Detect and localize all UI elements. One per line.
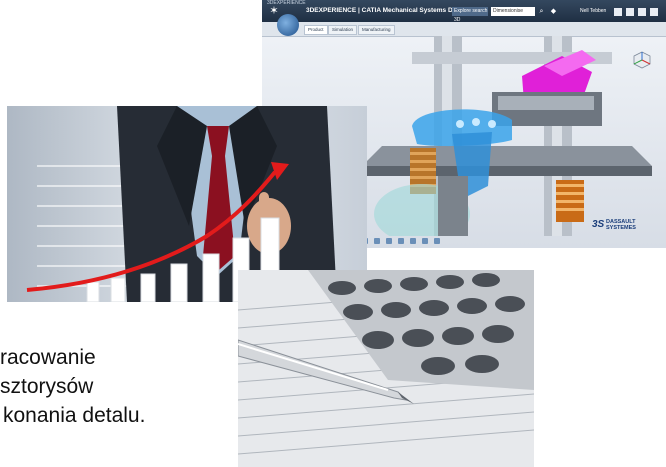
caption-line-2: sztorysów (0, 375, 94, 398)
tab-product[interactable]: Product (304, 25, 328, 35)
share-icon[interactable] (614, 8, 622, 16)
calculator-photo (238, 270, 534, 467)
toolbar-tool-14[interactable] (422, 238, 428, 244)
cad-window-title: 3DEXPERIENCE | CATIA Mechanical Systems … (306, 7, 470, 14)
platform (362, 146, 652, 166)
cad-titlebar: 3DEXPERIENCE ✶ 3DEXPERIENCE | CATIA Mech… (262, 0, 666, 23)
view-cube-icon[interactable] (632, 50, 652, 70)
toolbar-tool-11[interactable] (386, 238, 392, 244)
brand-bottom-text: SYSTEMES (606, 225, 636, 231)
help-icon[interactable] (650, 8, 658, 16)
user-name[interactable]: Nell Tebben (580, 8, 606, 14)
cad-tab-bar: Product Simulation Manufacturing (262, 22, 666, 37)
toolbar-tool-10[interactable] (374, 238, 380, 244)
cad-search-scope[interactable]: Explore search 3D (452, 7, 488, 23)
toolbar-tool-12[interactable] (398, 238, 404, 244)
dassault-brand: DASSAULT SYSTEMES (606, 219, 636, 231)
cad-search-input[interactable]: Dimensionise (491, 7, 535, 16)
caption-line-3: konania detalu. (3, 404, 146, 427)
home-icon[interactable] (638, 8, 646, 16)
caption-line-1: racowanie (0, 346, 96, 369)
toolbar-tool-15[interactable] (434, 238, 440, 244)
spring-right (556, 180, 584, 222)
compass-icon[interactable] (277, 14, 299, 36)
tag-icon[interactable]: ◆ (549, 7, 558, 16)
search-icon[interactable]: ⌕ (537, 7, 546, 16)
dassault-logo-icon: 3S (592, 219, 605, 230)
add-icon[interactable] (626, 8, 634, 16)
tab-manufacturing[interactable]: Manufacturing (358, 25, 395, 35)
calculator-illustration (238, 270, 534, 467)
tab-simulation[interactable]: Simulation (328, 25, 358, 35)
toolbar-tool-13[interactable] (410, 238, 416, 244)
